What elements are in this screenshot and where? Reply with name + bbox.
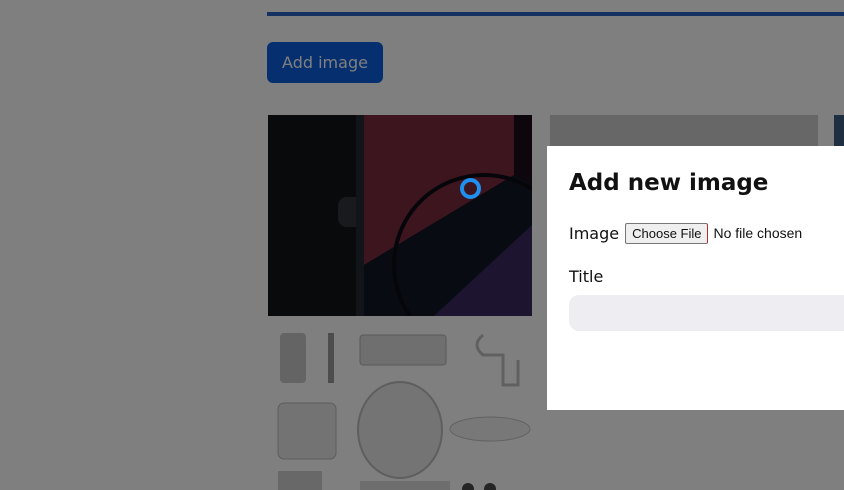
file-status-text: No file chosen [713,225,803,241]
dialog-title: Add new image [569,170,769,196]
title-field-label: Title [569,267,604,286]
add-image-dialog: Add new image Image Choose File No file … [547,146,844,410]
choose-file-button[interactable]: Choose File [625,222,709,244]
image-field-label: Image [569,223,620,243]
image-field-row: Image Choose File No file chosen [569,222,802,244]
title-input[interactable] [569,295,844,331]
cursor-ring-icon [460,178,481,199]
